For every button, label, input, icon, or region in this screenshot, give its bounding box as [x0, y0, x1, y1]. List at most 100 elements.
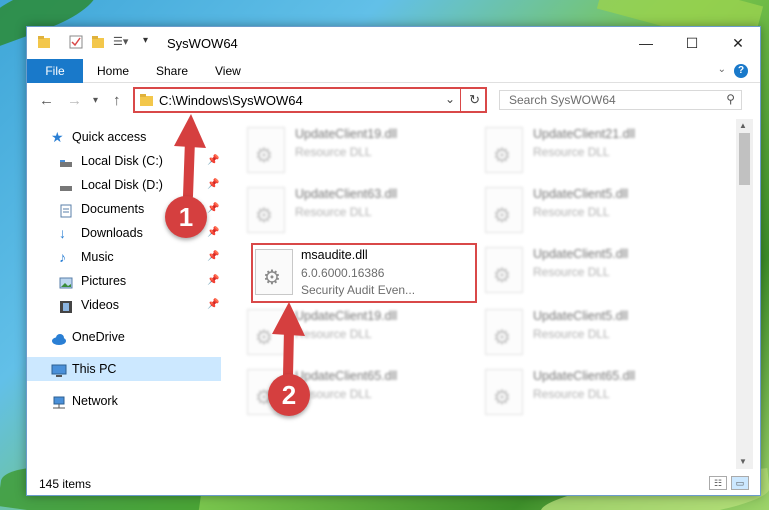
gear-icon: ⚙ — [493, 387, 511, 409]
dll-file-icon: ⚙ — [255, 249, 293, 295]
sidebar-item-local-disk-d[interactable]: Local Disk (D:) 📌 — [27, 173, 221, 197]
dll-file-icon: ⚙ — [247, 309, 285, 355]
pin-icon[interactable]: 📌 — [207, 293, 219, 317]
file-description: Resource DLL — [295, 205, 372, 219]
list-item[interactable]: ⚙ UpdateClient5.dll Resource DLL — [481, 243, 711, 299]
file-description: Resource DLL — [295, 327, 372, 341]
sidebar-item-label: Local Disk (D:) — [81, 178, 163, 192]
details-view-icon[interactable]: ☷ — [709, 476, 727, 490]
sidebar-item-label: Videos — [81, 298, 119, 312]
gear-icon: ⚙ — [263, 267, 281, 289]
properties-icon[interactable] — [69, 35, 83, 52]
pin-icon[interactable]: 📌 — [207, 269, 219, 293]
address-dropdown-icon[interactable]: ⌄ — [445, 92, 455, 106]
scroll-down-icon[interactable]: ▼ — [739, 457, 747, 466]
file-name: UpdateClient63.dll — [295, 187, 398, 201]
file-explorer-window: ☰▾ ▾ SysWOW64 — ☐ ✕ File Home Share View… — [26, 26, 761, 496]
gear-icon: ⚙ — [255, 145, 273, 167]
close-button[interactable]: ✕ — [715, 27, 761, 59]
vertical-scrollbar[interactable]: ▲ ▼ — [736, 119, 753, 469]
file-name: UpdateClient5.dll — [533, 309, 629, 323]
refresh-icon[interactable]: ↻ — [469, 92, 480, 108]
navigation-pane: ★ Quick access Local Disk (C:) 📌 Local D… — [27, 119, 221, 469]
dll-file-icon: ⚙ — [485, 187, 523, 233]
tab-share[interactable]: Share — [156, 59, 188, 83]
search-icon: ⚲ — [726, 92, 735, 106]
search-input[interactable]: Search SysWOW64 — [509, 93, 616, 107]
file-description: Resource DLL — [533, 327, 610, 341]
tab-file[interactable]: File — [27, 59, 83, 83]
gear-icon: ⚙ — [255, 205, 273, 227]
pin-icon[interactable]: 📌 — [207, 245, 219, 269]
sidebar-item-label: Quick access — [72, 130, 147, 144]
pin-icon[interactable]: 📌 — [207, 197, 219, 221]
file-version: 6.0.6000.16386 — [301, 266, 385, 280]
star-icon: ★ — [51, 129, 64, 145]
up-arrow-icon[interactable]: ↑ — [113, 92, 121, 109]
back-arrow-icon[interactable]: ← — [39, 92, 54, 109]
item-count: 145 items — [39, 477, 92, 491]
file-description: Security Audit Even... — [301, 283, 416, 297]
sidebar-item-label: Documents — [81, 202, 145, 216]
tab-home[interactable]: Home — [97, 59, 129, 83]
list-item[interactable]: ⚙ UpdateClient21.dll Resource DLL — [481, 123, 711, 179]
list-item[interactable]: ⚙ UpdateClient5.dll Resource DLL — [481, 183, 711, 239]
sidebar-item-onedrive[interactable]: OneDrive — [27, 325, 221, 349]
pin-icon[interactable]: 📌 — [207, 149, 219, 173]
dll-file-icon: ⚙ — [247, 127, 285, 173]
list-item[interactable]: ⚙ UpdateClient65.dll Resource DLL — [481, 365, 711, 421]
step-1-badge: 1 — [165, 196, 207, 238]
file-name: UpdateClient65.dll — [533, 369, 636, 383]
gear-icon: ⚙ — [493, 145, 511, 167]
sidebar-item-label: This PC — [72, 362, 117, 376]
list-item-msaudite[interactable]: ⚙ msaudite.dll 6.0.6000.16386 Security A… — [251, 243, 477, 303]
documents-icon — [59, 202, 73, 218]
sidebar-item-this-pc[interactable]: This PC — [27, 357, 221, 381]
list-item[interactable]: ⚙ UpdateClient63.dll Resource DLL — [243, 183, 473, 239]
dll-file-icon: ⚙ — [485, 369, 523, 415]
address-bar[interactable]: C:\Windows\SysWOW64 ⌄ ↻ — [133, 87, 487, 113]
scroll-up-icon[interactable]: ▲ — [739, 121, 747, 130]
list-item[interactable]: ⚙ UpdateClient19.dll Resource DLL — [243, 123, 473, 179]
sidebar-item-videos[interactable]: Videos 📌 — [27, 293, 221, 317]
forward-arrow-icon[interactable]: → — [67, 92, 82, 109]
file-name: msaudite.dll — [301, 248, 368, 262]
gear-icon: ⚙ — [493, 327, 511, 349]
gear-icon: ⚙ — [255, 327, 273, 349]
maximize-button[interactable]: ☐ — [669, 27, 715, 59]
status-bar: 145 items ☷ ▭ — [27, 471, 760, 495]
file-description: Resource DLL — [533, 265, 610, 279]
download-arrow-icon: ↓ — [59, 225, 66, 241]
search-box[interactable]: Search SysWOW64 ⚲ — [499, 90, 742, 110]
new-folder-icon[interactable] — [91, 35, 105, 52]
large-icons-view-icon[interactable]: ▭ — [731, 476, 749, 490]
sidebar-item-quick-access[interactable]: ★ Quick access — [27, 125, 221, 149]
dll-file-icon: ⚙ — [485, 309, 523, 355]
sidebar-item-network[interactable]: Network — [27, 389, 221, 413]
sidebar-item-label: Downloads — [81, 226, 143, 240]
help-icon[interactable]: ? — [734, 64, 748, 78]
pin-icon[interactable]: 📌 — [207, 221, 219, 245]
minimize-button[interactable]: — — [623, 27, 669, 59]
list-item[interactable]: ⚙ UpdateClient19.dll Resource DLL — [243, 305, 473, 361]
pin-icon[interactable]: 📌 — [207, 173, 219, 197]
address-path[interactable]: C:\Windows\SysWOW64 — [159, 93, 303, 108]
file-description: Resource DLL — [533, 387, 610, 401]
sidebar-item-pictures[interactable]: Pictures 📌 — [27, 269, 221, 293]
file-description: Resource DLL — [533, 145, 610, 159]
cloud-icon — [51, 330, 66, 345]
list-item[interactable]: ⚙ UpdateClient5.dll Resource DLL — [481, 305, 711, 361]
customize-toolbar-icon[interactable]: ☰▾ — [113, 35, 128, 48]
dll-file-icon: ⚙ — [485, 127, 523, 173]
network-icon — [51, 394, 65, 409]
tab-view[interactable]: View — [215, 59, 241, 83]
toolbar-dropdown-icon[interactable]: ▾ — [143, 35, 148, 46]
expand-ribbon-icon[interactable]: ⌄ — [718, 64, 726, 75]
recent-locations-icon[interactable]: ▾ — [93, 95, 98, 106]
sidebar-item-local-disk-c[interactable]: Local Disk (C:) 📌 — [27, 149, 221, 173]
sidebar-item-music[interactable]: ♪ Music 📌 — [27, 245, 221, 269]
file-name: UpdateClient21.dll — [533, 127, 636, 141]
file-name: UpdateClient5.dll — [533, 187, 629, 201]
sidebar-item-label: Music — [81, 250, 114, 264]
scroll-thumb[interactable] — [739, 133, 750, 185]
